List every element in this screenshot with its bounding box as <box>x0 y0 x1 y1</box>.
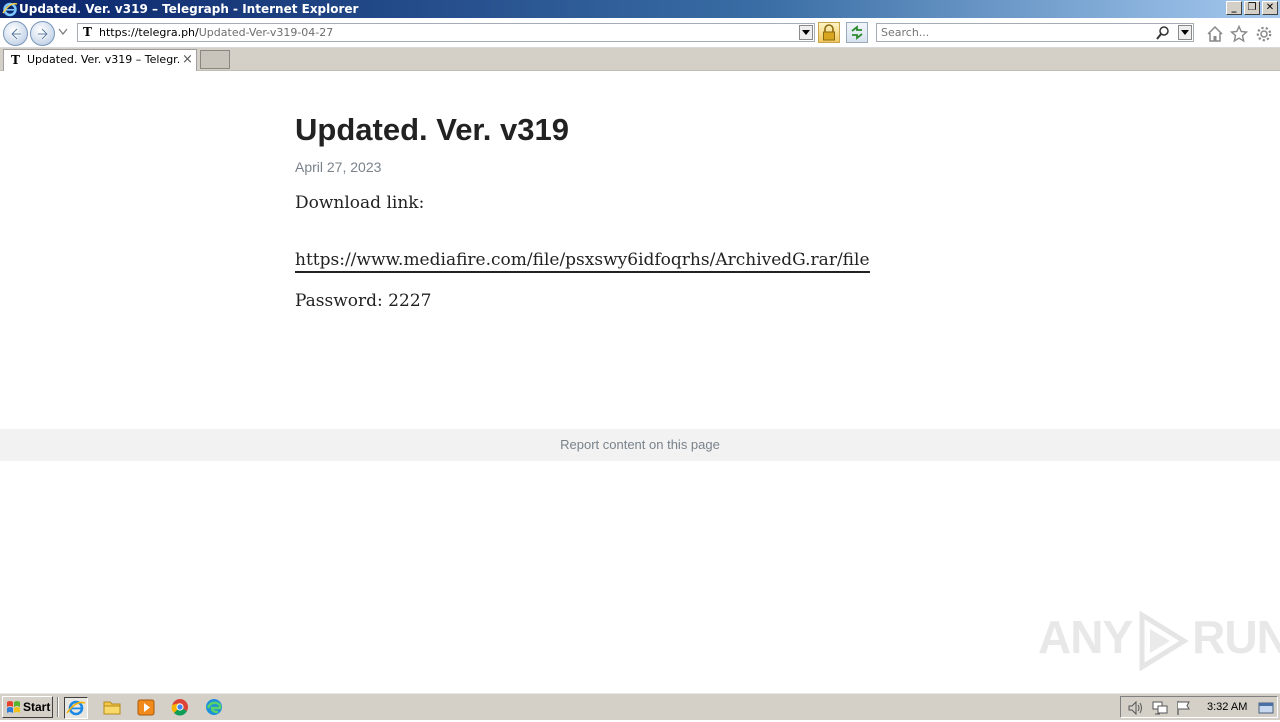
show-desktop-icon[interactable] <box>1257 700 1275 716</box>
refresh-button[interactable] <box>846 22 868 43</box>
edge-icon <box>206 699 222 715</box>
url-text[interactable]: https://telegra.ph/Updated-Ver-v319-04-2… <box>99 24 333 41</box>
report-footer: Report content on this page <box>0 429 1280 461</box>
search-input[interactable] <box>881 24 1151 41</box>
close-button[interactable]: ✕ <box>1262 1 1278 15</box>
internet-explorer-icon <box>2 2 18 17</box>
taskbar-separator <box>57 697 59 717</box>
forward-button[interactable] <box>30 21 55 46</box>
tab-close-icon[interactable]: × <box>182 50 193 70</box>
gear-icon[interactable] <box>1255 25 1273 43</box>
anyrun-watermark: ANY RUN <box>1038 610 1280 671</box>
security-lock-button[interactable] <box>818 22 840 43</box>
page-content: Updated. Ver. v319 April 27, 2023 Downlo… <box>0 72 1280 692</box>
url-host: https://telegra.ph/ <box>99 26 199 39</box>
site-favicon: T <box>83 25 92 39</box>
windows-flag-icon <box>7 701 20 713</box>
window-title-bar: Updated. Ver. v319 – Telegraph - Interne… <box>0 0 1280 18</box>
article-title: Updated. Ver. v319 <box>295 112 569 147</box>
tab-strip: T Updated. Ver. v319 – Telegr... × <box>0 48 1280 71</box>
chrome-icon <box>171 699 188 716</box>
start-button[interactable]: Start <box>2 696 53 718</box>
chevron-down-icon <box>802 30 810 35</box>
window-title: Updated. Ver. v319 – Telegraph - Interne… <box>19 2 359 16</box>
favorites-star-icon[interactable] <box>1230 25 1248 43</box>
taskbar-edge[interactable] <box>203 697 227 719</box>
chevron-down-icon <box>1181 30 1189 35</box>
history-dropdown-icon[interactable] <box>58 28 68 36</box>
tab-label: Updated. Ver. v319 – Telegr... <box>27 53 179 66</box>
taskbar-internet-explorer[interactable] <box>64 697 88 719</box>
report-content-link[interactable]: Report content on this page <box>560 437 720 452</box>
home-icon[interactable] <box>1206 25 1224 43</box>
watermark-left: ANY <box>1038 611 1133 663</box>
system-tray: 3:32 AM <box>1120 696 1278 718</box>
taskbar-file-explorer[interactable] <box>101 697 125 719</box>
window-controls: _ ❐ ✕ <box>1226 1 1278 15</box>
volume-icon[interactable] <box>1127 700 1145 716</box>
download-link[interactable]: https://www.mediafire.com/file/psxswy6id… <box>295 250 870 273</box>
taskbar-clock[interactable]: 3:32 AM <box>1207 697 1247 717</box>
password-text: Password: 2227 <box>295 291 432 311</box>
address-bar[interactable]: T https://telegra.ph/Updated-Ver-v319-04… <box>77 23 815 42</box>
forward-arrow-icon <box>38 28 49 40</box>
lock-icon <box>823 24 835 41</box>
search-dropdown-button[interactable] <box>1178 25 1192 40</box>
taskbar: Start 3:32 AM <box>0 692 1280 720</box>
tab-telegraph[interactable]: T Updated. Ver. v319 – Telegr... × <box>3 49 197 71</box>
start-label: Start <box>23 700 51 714</box>
back-arrow-icon <box>10 28 21 40</box>
download-label: Download link: <box>295 193 425 213</box>
refresh-icon <box>851 25 863 40</box>
play-logo-icon <box>1139 610 1189 671</box>
tab-favicon: T <box>11 53 20 67</box>
search-box[interactable] <box>876 23 1194 42</box>
internet-explorer-icon <box>66 700 86 716</box>
action-center-flag-icon[interactable] <box>1175 700 1193 716</box>
folder-icon <box>103 701 121 715</box>
minimize-button[interactable]: _ <box>1226 1 1242 15</box>
search-icon[interactable] <box>1155 25 1171 41</box>
taskbar-media-player[interactable] <box>135 697 159 719</box>
navigation-bar: T https://telegra.ph/Updated-Ver-v319-04… <box>0 18 1280 48</box>
new-tab-button[interactable] <box>200 50 230 69</box>
address-dropdown-button[interactable] <box>799 25 813 40</box>
article-date: April 27, 2023 <box>295 159 382 175</box>
url-path: Updated-Ver-v319-04-27 <box>198 26 334 39</box>
network-icon[interactable] <box>1151 700 1169 716</box>
restore-button[interactable]: ❐ <box>1244 1 1260 15</box>
back-button[interactable] <box>3 21 28 46</box>
media-player-icon <box>137 699 155 716</box>
taskbar-chrome[interactable] <box>169 697 193 719</box>
watermark-right: RUN <box>1192 611 1280 663</box>
